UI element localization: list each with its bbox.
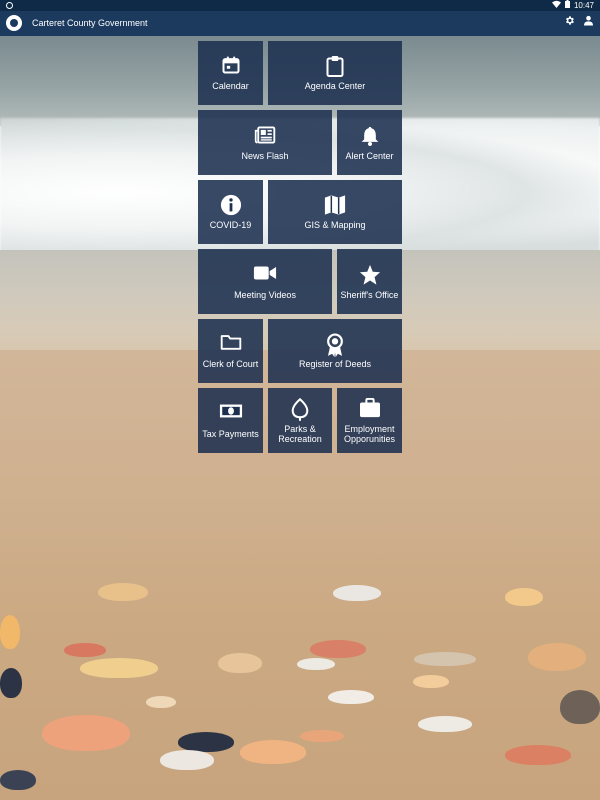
award-ribbon-icon [325,333,345,358]
sheriffs-office-label: Sheriff's Office [340,289,399,300]
gis-mapping-tile[interactable]: GIS & Mapping [268,180,402,244]
news-flash-tile[interactable]: News Flash [198,110,332,175]
alert-center-label: Alert Center [345,150,394,161]
seashell [0,615,20,649]
seashell [297,658,335,670]
system-status-bar: 10:47 [0,0,600,11]
covid-19-label: COVID-19 [209,220,252,230]
info-icon [220,194,242,216]
parks-recreation-label: Parks & Recreation [278,423,322,444]
clerk-of-court-label: Clerk of Court [202,359,259,369]
seashell [328,690,374,704]
news-flash-label: News Flash [241,150,289,161]
seashell [528,643,586,671]
seashell [64,643,106,657]
gis-mapping-label: GIS & Mapping [304,220,366,230]
newspaper-icon [254,125,276,147]
seashell [310,640,366,658]
meeting-videos-label: Meeting Videos [234,289,296,300]
parks-recreation-tile[interactable]: Parks & Recreation [268,388,332,453]
seashell [333,585,381,601]
account-person-icon[interactable] [583,11,594,36]
calendar-tile[interactable]: Calendar [198,41,263,105]
seashell [42,715,130,751]
briefcase-icon [359,397,381,420]
wifi-icon [551,0,561,11]
folder-icon [220,333,242,355]
agenda-center-label: Agenda Center [304,81,366,91]
video-camera-icon [253,264,277,286]
meeting-videos-tile[interactable]: Meeting Videos [198,249,332,314]
alert-center-tile[interactable]: Alert Center [337,110,402,175]
seashell [505,588,543,606]
seashell [98,583,148,601]
calendar-label: Calendar [212,81,249,91]
star-icon [359,264,381,286]
sheriffs-office-tile[interactable]: Sheriff's Office [337,249,402,314]
app-title: Carteret County Government [32,18,148,28]
seashell [418,716,472,732]
seashell [300,730,344,742]
app-header-bar: Carteret County Government [0,11,600,36]
clipboard-icon [325,55,345,77]
map-icon [324,194,346,216]
seashell [160,750,214,770]
seashell [505,745,571,765]
agenda-center-tile[interactable]: Agenda Center [268,41,402,105]
seashell [178,732,234,752]
seashell [146,696,176,708]
seashell [80,658,158,678]
leaf-icon [291,397,309,421]
bell-icon [360,125,380,147]
clerk-of-court-tile[interactable]: Clerk of Court [198,319,263,383]
register-of-deeds-label: Register of Deeds [298,359,372,369]
seashell [0,770,36,790]
employment-opportunities-tile[interactable]: Employment Opporunities [337,388,402,453]
tax-payments-tile[interactable]: Tax Payments [198,388,263,453]
battery-icon [564,0,570,11]
seashell [240,740,306,764]
employment-opportunities-label: Employment Opporunities [343,423,396,444]
clock-time: 10:47 [573,1,594,10]
county-seal-icon [6,15,22,31]
seashell [0,668,22,698]
seashell [560,690,600,724]
seashell [414,652,476,666]
register-of-deeds-tile[interactable]: Register of Deeds [268,319,402,383]
settings-gear-icon[interactable] [564,11,575,36]
covid-19-tile[interactable]: COVID-19 [198,180,263,244]
seashell [413,675,449,688]
seashell [218,653,262,673]
tax-payments-label: Tax Payments [202,428,259,439]
money-bill-icon [219,403,243,425]
calendar-icon [221,55,241,77]
